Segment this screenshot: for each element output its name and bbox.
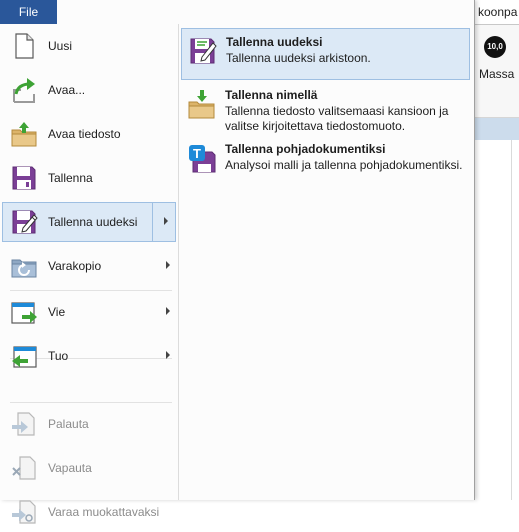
export-icon (10, 298, 38, 326)
mass-button-label[interactable]: Massa (479, 67, 514, 81)
save-to-folder-icon (187, 88, 217, 120)
menu-item-label: Avaa... (48, 83, 86, 97)
menu-item-restore[interactable]: Palauta (2, 404, 176, 444)
menu-item-label: Tuo (48, 349, 69, 363)
chevron-right-icon (164, 217, 168, 225)
save-as-new-icon (188, 35, 218, 67)
file-menu-commands: Uusi Avaa... Avaa tiedosto Tallenna Tall… (0, 24, 179, 524)
menu-item-backup[interactable]: Varakopio (2, 246, 176, 286)
file-tab[interactable]: File (0, 0, 57, 24)
submenu-item-description: Analysoi malli ja tallenna pohjadokument… (225, 158, 463, 172)
mass-icon[interactable]: 10,0 (484, 36, 506, 58)
save-as-new-submenu: Tallenna uudeksi Tallenna uudeksi arkist… (179, 24, 474, 500)
submenu-item-save-as-template[interactable]: T Tallenna pohjadokumentiksi Analysoi ma… (181, 136, 470, 188)
background-panel-header (474, 118, 519, 141)
release-icon (10, 454, 38, 482)
menu-item-label: Palauta (48, 417, 89, 431)
menu-item-export[interactable]: Vie (2, 292, 176, 332)
menu-item-label: Varakopio (48, 259, 102, 273)
menu-item-open[interactable]: Avaa... (2, 70, 176, 110)
submenu-item-title: Tallenna pohjadokumentiksi (225, 142, 386, 156)
open-arrow-icon (10, 76, 38, 104)
menu-item-label: Tallenna (48, 171, 93, 185)
menu-item-label: Avaa tiedosto (48, 127, 121, 141)
menu-item-save[interactable]: Tallenna (2, 158, 176, 198)
restore-icon (10, 410, 38, 438)
menu-top-strip (57, 0, 474, 25)
menu-separator (10, 402, 172, 403)
save-as-new-icon (10, 208, 38, 236)
menu-item-new[interactable]: Uusi (2, 26, 176, 66)
menu-item-save-as-new[interactable]: Tallenna uudeksi (2, 202, 176, 242)
submenu-expander[interactable] (152, 202, 176, 242)
background-panel (474, 140, 519, 500)
menu-item-label: Uusi (48, 39, 73, 53)
new-document-icon (10, 32, 38, 60)
save-template-icon: T (187, 142, 217, 174)
submenu-item-description: Tallenna tiedosto valitsemaasi kansioon … (225, 104, 449, 133)
submenu-item-save-as-new[interactable]: Tallenna uudeksi Tallenna uudeksi arkist… (181, 28, 470, 80)
file-menu: File Uusi Avaa... Avaa tiedosto Tallenna… (0, 0, 475, 524)
submenu-item-description: Tallenna uudeksi arkistoon. (226, 51, 371, 65)
menu-separator (10, 290, 172, 291)
background-panel-divider (511, 140, 512, 500)
menu-item-label: Vie (48, 305, 66, 319)
menu-item-import[interactable]: Tuo (2, 336, 176, 376)
open-folder-icon (10, 120, 38, 148)
menu-item-reserve-for-editing[interactable]: Varaa muokattavaksi (2, 492, 176, 532)
reserve-edit-icon (10, 498, 38, 526)
save-disk-icon (10, 164, 38, 192)
menu-item-label: Varaa muokattavaksi (48, 505, 160, 519)
svg-text:T: T (193, 146, 201, 161)
submenu-item-title: Tallenna uudeksi (226, 35, 323, 49)
menu-item-release[interactable]: Vapauta (2, 448, 176, 488)
chevron-right-icon (166, 307, 170, 315)
menu-item-label: Vapauta (48, 461, 92, 475)
menu-item-label: Tallenna uudeksi (48, 215, 138, 229)
background-tab-label[interactable]: koonpa (478, 5, 517, 19)
submenu-item-save-with-name[interactable]: Tallenna nimellä Tallenna tiedosto valit… (181, 82, 470, 136)
import-icon (10, 342, 38, 370)
submenu-item-title: Tallenna nimellä (225, 88, 318, 102)
backup-folder-icon (10, 252, 38, 280)
chevron-right-icon (166, 351, 170, 359)
menu-item-open-file[interactable]: Avaa tiedosto (2, 114, 176, 154)
chevron-right-icon (166, 261, 170, 269)
